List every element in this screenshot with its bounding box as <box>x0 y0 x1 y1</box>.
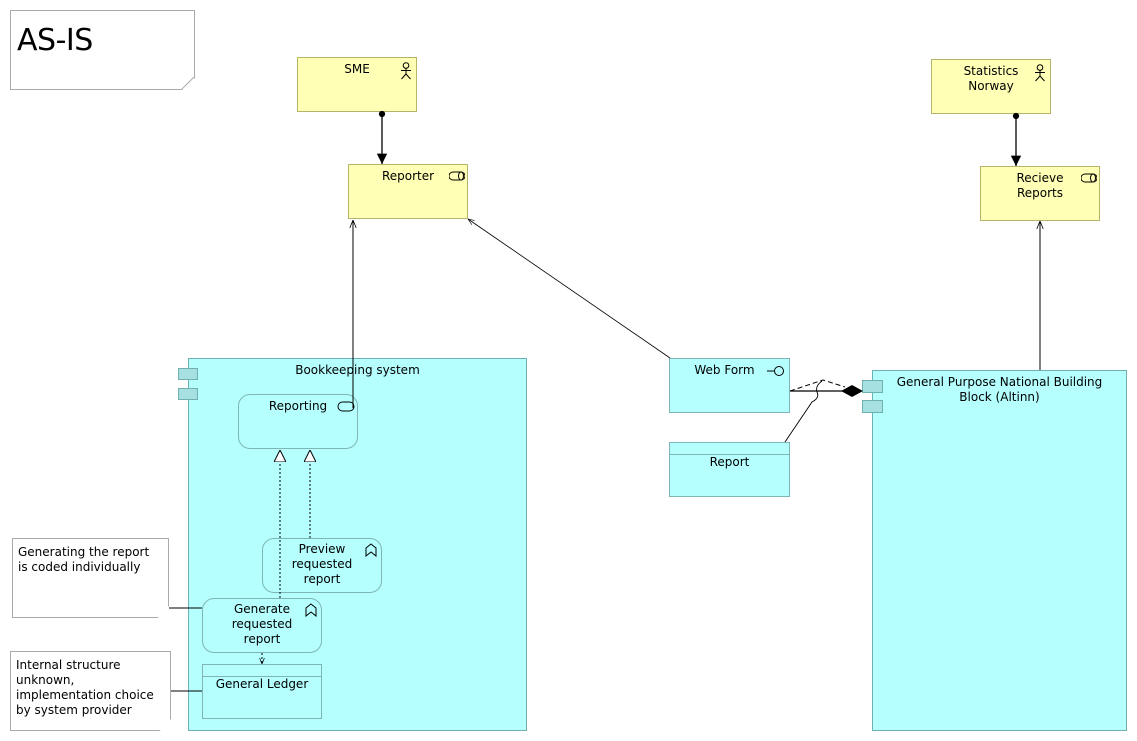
function-icon <box>365 543 377 557</box>
generate-requested-report-function[interactable]: Generate requested report <box>202 598 322 653</box>
component-icon <box>862 400 883 413</box>
sme-label: SME <box>344 62 370 76</box>
recieve-reports-role[interactable]: Recieve Reports <box>980 166 1100 221</box>
web-form-interface[interactable]: Web Form <box>669 358 790 413</box>
role-icon <box>449 171 465 181</box>
association-report-altinn <box>784 380 823 443</box>
data-object-header <box>670 443 789 455</box>
actor-icon <box>1035 64 1045 82</box>
reporting-service[interactable]: Reporting <box>238 394 358 449</box>
note-text: Generating the report is coded individua… <box>18 545 150 574</box>
statistics-norway-actor[interactable]: Statistics Norway <box>931 59 1051 114</box>
generate-requested-report-label: Generate requested report <box>231 602 293 646</box>
note-internal-structure[interactable]: Internal structure unknown, implementati… <box>10 651 171 731</box>
bookkeeping-system-label: Bookkeeping system <box>295 363 420 377</box>
note-generating-report[interactable]: Generating the report is coded individua… <box>12 538 169 618</box>
title-note[interactable]: AS-IS <box>10 10 195 90</box>
function-icon <box>305 603 317 617</box>
composition-diamond <box>841 385 863 397</box>
statistics-norway-label: Statistics Norway <box>963 64 1019 93</box>
report-label: Report <box>709 455 750 469</box>
dashed-association <box>789 379 846 392</box>
serving-webform-reporter <box>468 219 671 359</box>
altinn-label: General Purpose National Building Block … <box>896 375 1103 404</box>
reporter-role[interactable]: Reporter <box>348 164 468 219</box>
report-data-object[interactable]: Report <box>669 442 790 497</box>
data-object-header <box>203 665 321 677</box>
general-ledger-data-object[interactable]: General Ledger <box>202 664 322 719</box>
service-icon <box>337 401 355 412</box>
preview-requested-report-label: Preview requested report <box>291 542 353 586</box>
general-ledger-label: General Ledger <box>215 677 309 691</box>
sme-actor[interactable]: SME <box>297 57 417 112</box>
interface-icon <box>767 366 784 376</box>
component-icon <box>178 388 198 400</box>
component-icon <box>862 380 883 393</box>
note-text: Internal structure unknown, implementati… <box>16 658 154 717</box>
actor-icon <box>401 62 411 80</box>
preview-requested-report-function[interactable]: Preview requested report <box>262 538 382 593</box>
diagram-title: AS-IS <box>17 23 93 58</box>
role-icon <box>1081 173 1097 183</box>
altinn-component[interactable]: General Purpose National Building Block … <box>872 370 1127 731</box>
component-icon <box>178 368 198 380</box>
